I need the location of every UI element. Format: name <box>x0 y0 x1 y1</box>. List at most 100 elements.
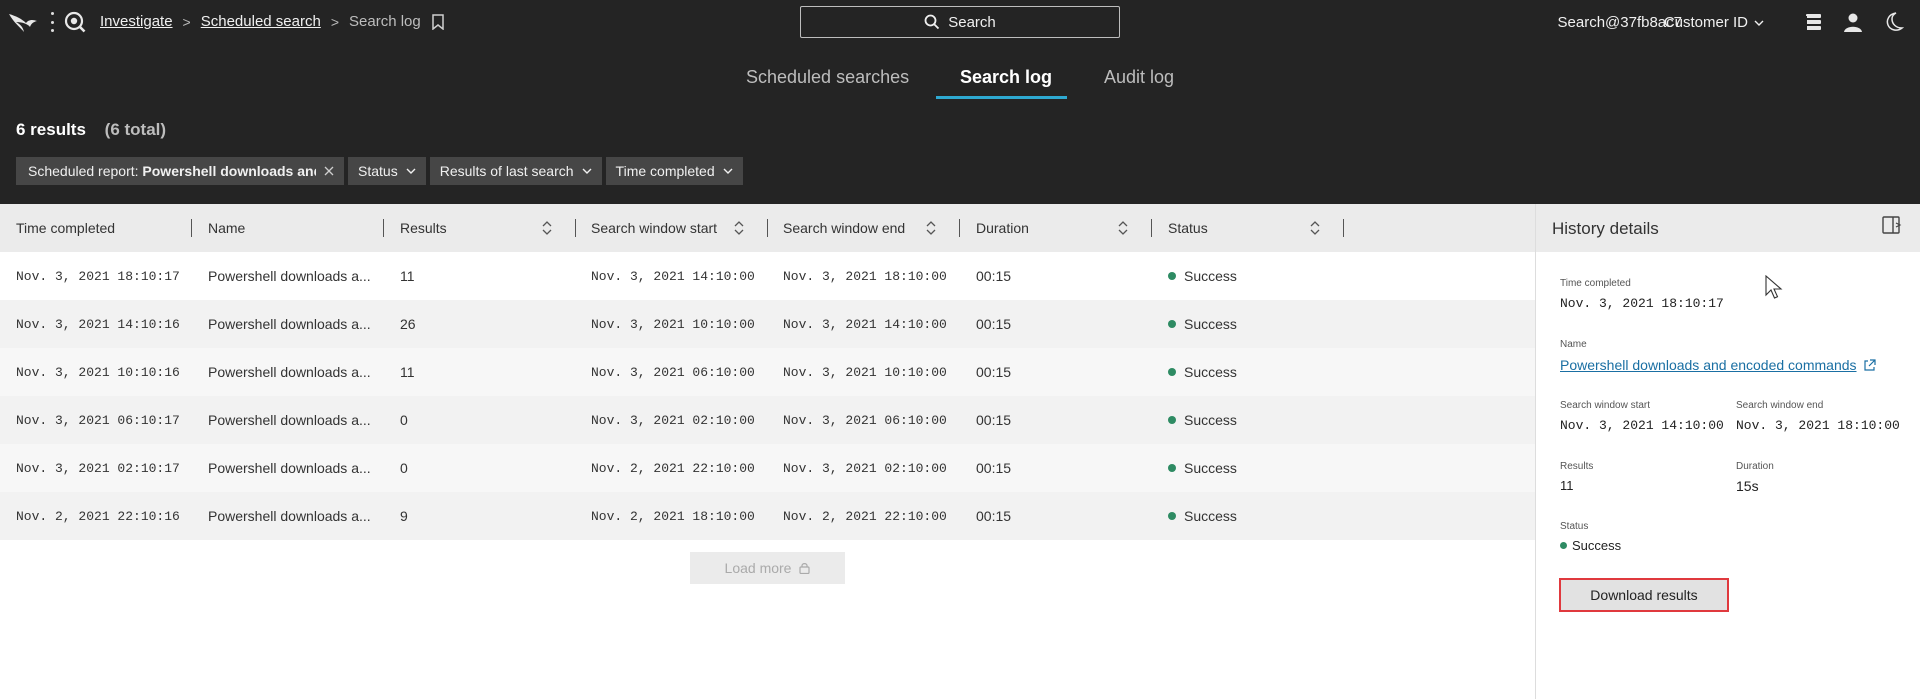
column-header-duration[interactable]: Duration <box>976 220 1029 236</box>
cell-name: Powershell downloads a... <box>208 412 371 428</box>
column-resize-handle[interactable] <box>575 219 576 237</box>
tab-scheduled-searches[interactable]: Scheduled searches <box>746 67 909 88</box>
user-icon[interactable] <box>1842 11 1864 33</box>
download-results-button[interactable]: Download results <box>1559 578 1729 612</box>
sort-icon[interactable] <box>1118 219 1128 237</box>
chevron-down-icon <box>1754 20 1764 26</box>
history-details-title: History details <box>1552 219 1659 238</box>
sort-icon[interactable] <box>926 219 936 237</box>
cell-status: Success <box>1168 316 1237 332</box>
cell-duration: 00:15 <box>976 460 1012 476</box>
moon-icon[interactable] <box>1882 11 1904 33</box>
column-header-results[interactable]: Results <box>400 220 447 236</box>
cell-duration: 00:15 <box>976 316 1012 332</box>
nav-row: Investigate > Scheduled search > Search … <box>0 0 1920 44</box>
column-header-time-completed[interactable]: Time completed <box>16 220 115 236</box>
column-header-name[interactable]: Name <box>208 220 245 236</box>
cell-time-completed: Nov. 3, 2021 06:10:17 <box>16 413 180 428</box>
cell-name: Powershell downloads a... <box>208 460 371 476</box>
close-icon[interactable] <box>324 166 334 176</box>
column-header-search-window-start[interactable]: Search window start <box>591 220 717 236</box>
cell-status: Success <box>1168 460 1237 476</box>
cell-search-window-end: Nov. 3, 2021 06:10:00 <box>783 413 947 428</box>
detail-search-window-start-value: Nov. 3, 2021 14:10:00 <box>1560 418 1724 433</box>
detail-duration-value: 15s <box>1736 478 1759 494</box>
column-header-status[interactable]: Status <box>1168 220 1208 236</box>
cell-duration: 00:15 <box>976 364 1012 380</box>
chevron-down-icon <box>582 168 592 174</box>
filter-chip-prefix: Scheduled report: <box>28 163 139 179</box>
cell-status-text: Success <box>1184 412 1237 428</box>
column-resize-handle[interactable] <box>767 219 768 237</box>
column-resize-handle[interactable] <box>1343 219 1344 237</box>
table-row[interactable]: Nov. 3, 2021 18:10:17 Powershell downloa… <box>0 252 1535 300</box>
cell-results: 0 <box>400 412 408 428</box>
cell-duration: 00:15 <box>976 268 1012 284</box>
cell-results: 11 <box>400 268 415 284</box>
sort-icon[interactable] <box>734 219 744 237</box>
cell-search-window-end: Nov. 3, 2021 02:10:00 <box>783 461 947 476</box>
column-resize-handle[interactable] <box>383 219 384 237</box>
load-more-button[interactable]: Load more <box>690 552 845 584</box>
detail-search-window-end-value: Nov. 3, 2021 18:10:00 <box>1736 418 1900 433</box>
cell-search-window-start: Nov. 2, 2021 22:10:00 <box>591 461 755 476</box>
mouse-cursor-icon <box>1765 275 1783 299</box>
detail-name-link[interactable]: Powershell downloads and encoded command… <box>1560 357 1876 373</box>
detail-duration-label: Duration <box>1736 461 1774 472</box>
customer-id-label: Customer ID <box>1663 14 1748 31</box>
tab-audit-log[interactable]: Audit log <box>1104 67 1174 88</box>
chevron-down-icon <box>406 168 416 174</box>
history-details-panel: History details Time completed Nov. 3, 2… <box>1535 204 1920 699</box>
customer-id-dropdown[interactable]: Customer ID <box>1664 14 1764 31</box>
cell-name: Powershell downloads a... <box>208 364 371 380</box>
sort-icon[interactable] <box>1310 219 1320 237</box>
filter-time-completed-dropdown[interactable]: Time completed <box>605 157 743 185</box>
table-row[interactable]: Nov. 3, 2021 06:10:17 Powershell downloa… <box>0 396 1535 444</box>
right-nav: Search@37fb8ac7 Customer ID <box>0 0 1920 44</box>
status-success-dot <box>1560 542 1567 549</box>
cell-search-window-start: Nov. 3, 2021 02:10:00 <box>591 413 755 428</box>
table-row[interactable]: Nov. 3, 2021 02:10:17 Powershell downloa… <box>0 444 1535 492</box>
filter-results-dropdown[interactable]: Results of last search <box>429 157 602 185</box>
collapse-panel-icon[interactable] <box>1881 214 1903 236</box>
cell-search-window-end: Nov. 3, 2021 10:10:00 <box>783 365 947 380</box>
download-results-label: Download results <box>1590 587 1698 603</box>
cell-name: Powershell downloads a... <box>208 316 371 332</box>
active-tab-indicator <box>936 96 1067 99</box>
column-resize-handle[interactable] <box>959 219 960 237</box>
tab-search-log[interactable]: Search log <box>960 67 1052 88</box>
detail-results-label: Results <box>1560 461 1594 472</box>
cell-name: Powershell downloads a... <box>208 268 371 284</box>
detail-status-label: Status <box>1560 521 1589 532</box>
filter-status-dropdown[interactable]: Status <box>348 157 426 185</box>
cell-results: 9 <box>400 508 408 524</box>
table-row[interactable]: Nov. 2, 2021 22:10:16 Powershell downloa… <box>0 492 1535 540</box>
column-resize-handle[interactable] <box>191 219 192 237</box>
filter-results-label: Results of last search <box>439 163 574 179</box>
cell-time-completed: Nov. 2, 2021 22:10:16 <box>16 509 180 524</box>
detail-search-window-end-label: Search window end <box>1736 400 1824 411</box>
news-feed-icon[interactable] <box>1802 11 1824 33</box>
load-more-label: Load more <box>724 560 792 576</box>
table-row[interactable]: Nov. 3, 2021 14:10:16 Powershell downloa… <box>0 300 1535 348</box>
filter-chip-scheduled-report[interactable]: Scheduled report: Powershell downloads a… <box>16 157 344 185</box>
column-header-search-window-end[interactable]: Search window end <box>783 220 905 236</box>
filter-status-label: Status <box>358 163 398 179</box>
detail-time-completed-value: Nov. 3, 2021 18:10:17 <box>1560 296 1724 311</box>
external-link-icon <box>1863 358 1876 371</box>
detail-name-link-text: Powershell downloads and encoded command… <box>1560 357 1857 373</box>
cell-duration: 00:15 <box>976 508 1012 524</box>
status-success-dot <box>1168 512 1176 520</box>
sort-icon[interactable] <box>542 219 552 237</box>
tab-bar: Scheduled searches Search log Audit log <box>0 62 1920 102</box>
cell-search-window-end: Nov. 3, 2021 14:10:00 <box>783 317 947 332</box>
history-details-header: History details <box>1536 204 1920 252</box>
cell-time-completed: Nov. 3, 2021 02:10:17 <box>16 461 180 476</box>
top-header: Investigate > Scheduled search > Search … <box>0 0 1920 204</box>
cell-status-text: Success <box>1184 364 1237 380</box>
cell-time-completed: Nov. 3, 2021 18:10:17 <box>16 269 180 284</box>
table-row[interactable]: Nov. 3, 2021 10:10:16 Powershell downloa… <box>0 348 1535 396</box>
column-resize-handle[interactable] <box>1151 219 1152 237</box>
detail-status-text: Success <box>1572 538 1622 553</box>
cell-search-window-start: Nov. 3, 2021 14:10:00 <box>591 269 755 284</box>
